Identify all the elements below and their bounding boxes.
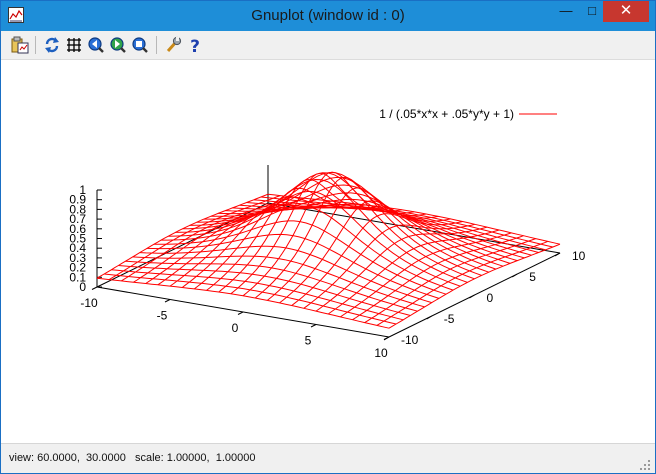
grid-icon[interactable] — [65, 36, 83, 54]
legend-label: 1 / (.05*x*x + .05*y*y + 1) — [379, 107, 514, 121]
minimize-button[interactable]: — — [553, 1, 579, 22]
x-tick-label: -5 — [157, 309, 168, 323]
zoom-previous-icon[interactable] — [87, 36, 105, 54]
x-tick-mark — [310, 324, 317, 328]
surface-mesh-line-y — [230, 172, 402, 295]
toolbar-separator — [35, 36, 36, 54]
y-tick-mark — [383, 336, 390, 341]
x-tick-label: -10 — [80, 296, 98, 310]
surface-plot: -10-50510-10-5051000.10.20.30.40.50.60.7… — [69, 107, 586, 360]
x-tick-label: 0 — [232, 321, 239, 335]
surface-mesh-line-x — [96, 277, 390, 329]
zoom-next-icon[interactable] — [109, 36, 127, 54]
y-tick-mark — [469, 294, 475, 299]
y-tick-label: -10 — [401, 333, 419, 347]
status-text: view: 60.0000, 30.0000 scale: 1.00000, 1… — [9, 452, 256, 464]
zoom-unzoom-icon[interactable] — [131, 36, 149, 54]
toolbar: ? — [1, 31, 655, 60]
resize-grip-icon[interactable] — [639, 459, 651, 471]
z-tick-label: 1 — [79, 183, 86, 197]
maximize-button[interactable]: □ — [579, 1, 605, 22]
title-bar[interactable]: Gnuplot (window id : 0) — □ ✕ — [1, 1, 655, 31]
surface-mesh-line-x — [139, 245, 432, 304]
status-bar: view: 60.0000, 30.0000 scale: 1.00000, 1… — [1, 443, 655, 473]
x-tick-mark — [164, 299, 171, 303]
toolbar-separator — [156, 36, 157, 54]
close-button[interactable]: ✕ — [603, 1, 649, 22]
y-tick-label: -5 — [444, 312, 455, 326]
x-tick-label: 10 — [374, 346, 388, 360]
x-tick-mark — [91, 286, 98, 290]
y-tick-label: 10 — [572, 249, 586, 263]
y-tick-label: 0 — [487, 291, 494, 305]
y-tick-label: 5 — [529, 270, 536, 284]
surface-mesh-line-x — [168, 190, 461, 287]
surface-mesh-line-y — [218, 179, 390, 293]
options-wrench-icon[interactable] — [164, 36, 182, 54]
svg-text:?: ? — [190, 37, 200, 54]
x-tick-label: 5 — [305, 334, 312, 348]
replot-icon[interactable] — [43, 36, 61, 54]
gnuplot-window: Gnuplot (window id : 0) — □ ✕ ? -10 -5 0… — [0, 0, 656, 474]
surface-mesh-line-x — [225, 203, 518, 262]
copy-to-clipboard-icon[interactable] — [11, 36, 29, 54]
y-tick-mark — [426, 315, 433, 320]
plot-area[interactable]: -10 -5 0 5 10 -10 -5 0 5 10 0 0.1 0.2 0.3 0.4 0.5 0.6 0.7… — [1, 60, 655, 443]
surface-mesh-line-y — [388, 243, 561, 329]
y-tick-mark — [554, 252, 561, 257]
x-tick-mark — [237, 311, 244, 315]
y-tick-mark — [511, 273, 518, 278]
help-icon[interactable]: ? — [186, 36, 204, 54]
